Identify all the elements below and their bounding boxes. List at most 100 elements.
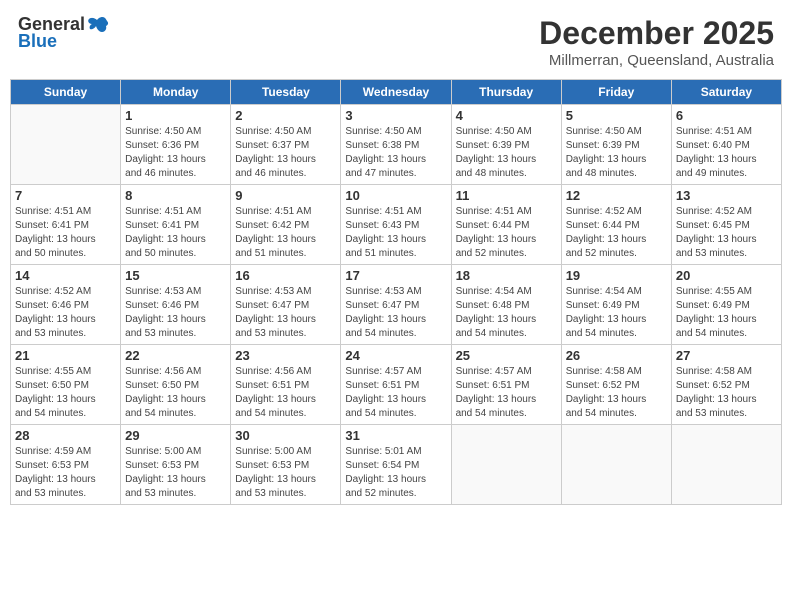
- day-number: 18: [456, 268, 557, 283]
- day-info: Sunrise: 4:53 AMSunset: 6:47 PMDaylight:…: [345, 285, 446, 341]
- logo-bird-icon: [87, 16, 109, 34]
- calendar-cell: 28 Sunrise: 4:59 AMSunset: 6:53 PMDayligh…: [11, 425, 121, 505]
- day-number: 12: [566, 188, 667, 203]
- calendar-cell: 9 Sunrise: 4:51 AMSunset: 6:42 PMDaylight…: [231, 185, 341, 265]
- calendar-cell: 1Sunrise: 4:50 AMSunset: 6:36 PMDaylight…: [121, 105, 231, 185]
- calendar-cell: [11, 105, 121, 185]
- calendar-cell: 24 Sunrise: 4:57 AMSunset: 6:51 PMDayligh…: [341, 345, 451, 425]
- day-number: 30: [235, 428, 336, 443]
- calendar-cell: [451, 425, 561, 505]
- day-info: Sunrise: 4:50 AMSunset: 6:39 PMDaylight:…: [566, 125, 667, 181]
- weekday-header-wednesday: Wednesday: [341, 80, 451, 105]
- calendar-cell: 14Sunrise: 4:52 AMSunset: 6:46 PMDayligh…: [11, 265, 121, 345]
- day-number: 3: [345, 108, 446, 123]
- calendar-cell: 18 Sunrise: 4:54 AMSunset: 6:48 PMDayligh…: [451, 265, 561, 345]
- calendar-header-row: SundayMondayTuesdayWednesdayThursdayFrid…: [11, 80, 782, 105]
- day-number: 1: [125, 108, 226, 123]
- day-info: Sunrise: 4:52 AMSunset: 6:46 PMDaylight:…: [15, 285, 116, 341]
- calendar-cell: 13 Sunrise: 4:52 AMSunset: 6:45 PMDayligh…: [671, 185, 781, 265]
- calendar-week-row: 7Sunrise: 4:51 AMSunset: 6:41 PMDaylight…: [11, 185, 782, 265]
- calendar-cell: 11Sunrise: 4:51 AMSunset: 6:44 PMDayligh…: [451, 185, 561, 265]
- calendar-cell: 30Sunrise: 5:00 AMSunset: 6:53 PMDayligh…: [231, 425, 341, 505]
- day-number: 15: [125, 268, 226, 283]
- calendar-cell: 21 Sunrise: 4:55 AMSunset: 6:50 PMDayligh…: [11, 345, 121, 425]
- day-number: 31: [345, 428, 446, 443]
- day-info: Sunrise: 4:51 AMSunset: 6:41 PMDaylight:…: [125, 205, 226, 261]
- day-number: 26: [566, 348, 667, 363]
- day-info: Sunrise: 4:50 AMSunset: 6:38 PMDaylight:…: [345, 125, 446, 181]
- day-number: 16: [235, 268, 336, 283]
- calendar-cell: 20 Sunrise: 4:55 AMSunset: 6:49 PMDayligh…: [671, 265, 781, 345]
- day-info: Sunrise: 4:58 AMSunset: 6:52 PMDaylight:…: [676, 365, 777, 421]
- day-info: Sunrise: 4:58 AMSunset: 6:52 PMDaylight:…: [566, 365, 667, 421]
- day-number: 10: [345, 188, 446, 203]
- logo: General Blue: [18, 14, 109, 52]
- day-number: 2: [235, 108, 336, 123]
- weekday-header-sunday: Sunday: [11, 80, 121, 105]
- calendar-cell: 7Sunrise: 4:51 AMSunset: 6:41 PMDaylight…: [11, 185, 121, 265]
- day-number: 13: [676, 188, 777, 203]
- day-number: 21: [15, 348, 116, 363]
- weekday-header-thursday: Thursday: [451, 80, 561, 105]
- day-info: Sunrise: 4:57 AMSunset: 6:51 PMDaylight:…: [456, 365, 557, 421]
- day-number: 4: [456, 108, 557, 123]
- calendar-cell: 12 Sunrise: 4:52 AMSunset: 6:44 PMDayligh…: [561, 185, 671, 265]
- calendar-cell: 22 Sunrise: 4:56 AMSunset: 6:50 PMDayligh…: [121, 345, 231, 425]
- day-info: Sunrise: 5:01 AMSunset: 6:54 PMDaylight:…: [345, 445, 446, 501]
- day-number: 6: [676, 108, 777, 123]
- weekday-header-saturday: Saturday: [671, 80, 781, 105]
- calendar-week-row: 1Sunrise: 4:50 AMSunset: 6:36 PMDaylight…: [11, 105, 782, 185]
- day-info: Sunrise: 4:56 AMSunset: 6:51 PMDaylight:…: [235, 365, 336, 421]
- calendar-cell: 25Sunrise: 4:57 AMSunset: 6:51 PMDayligh…: [451, 345, 561, 425]
- day-info: Sunrise: 4:55 AMSunset: 6:49 PMDaylight:…: [676, 285, 777, 341]
- day-number: 28: [15, 428, 116, 443]
- calendar-cell: 29Sunrise: 5:00 AMSunset: 6:53 PMDayligh…: [121, 425, 231, 505]
- day-info: Sunrise: 4:55 AMSunset: 6:50 PMDaylight:…: [15, 365, 116, 421]
- calendar-cell: 2 Sunrise: 4:50 AMSunset: 6:37 PMDaylight…: [231, 105, 341, 185]
- day-number: 17: [345, 268, 446, 283]
- calendar-cell: 27 Sunrise: 4:58 AMSunset: 6:52 PMDayligh…: [671, 345, 781, 425]
- day-number: 20: [676, 268, 777, 283]
- day-info: Sunrise: 4:54 AMSunset: 6:48 PMDaylight:…: [456, 285, 557, 341]
- day-info: Sunrise: 4:52 AMSunset: 6:45 PMDaylight:…: [676, 205, 777, 261]
- calendar-cell: 6 Sunrise: 4:51 AMSunset: 6:40 PMDaylight…: [671, 105, 781, 185]
- day-info: Sunrise: 4:57 AMSunset: 6:51 PMDaylight:…: [345, 365, 446, 421]
- day-number: 5: [566, 108, 667, 123]
- day-info: Sunrise: 4:52 AMSunset: 6:44 PMDaylight:…: [566, 205, 667, 261]
- day-info: Sunrise: 4:51 AMSunset: 6:43 PMDaylight:…: [345, 205, 446, 261]
- calendar-cell: 8 Sunrise: 4:51 AMSunset: 6:41 PMDaylight…: [121, 185, 231, 265]
- calendar-cell: 26 Sunrise: 4:58 AMSunset: 6:52 PMDayligh…: [561, 345, 671, 425]
- day-info: Sunrise: 4:51 AMSunset: 6:44 PMDaylight:…: [456, 205, 557, 261]
- day-number: 22: [125, 348, 226, 363]
- day-info: Sunrise: 4:59 AMSunset: 6:53 PMDaylight:…: [15, 445, 116, 501]
- calendar-cell: 17 Sunrise: 4:53 AMSunset: 6:47 PMDayligh…: [341, 265, 451, 345]
- day-number: 29: [125, 428, 226, 443]
- day-number: 27: [676, 348, 777, 363]
- day-info: Sunrise: 4:50 AMSunset: 6:37 PMDaylight:…: [235, 125, 336, 181]
- calendar-cell: 16 Sunrise: 4:53 AMSunset: 6:47 PMDayligh…: [231, 265, 341, 345]
- day-number: 9: [235, 188, 336, 203]
- page-header: General Blue December 2025 Millmerran, Q…: [10, 10, 782, 73]
- weekday-header-monday: Monday: [121, 80, 231, 105]
- day-info: Sunrise: 4:56 AMSunset: 6:50 PMDaylight:…: [125, 365, 226, 421]
- calendar-cell: 4Sunrise: 4:50 AMSunset: 6:39 PMDaylight…: [451, 105, 561, 185]
- calendar-cell: 31 Sunrise: 5:01 AMSunset: 6:54 PMDayligh…: [341, 425, 451, 505]
- day-info: Sunrise: 4:51 AMSunset: 6:41 PMDaylight:…: [15, 205, 116, 261]
- logo-blue: Blue: [18, 31, 57, 52]
- day-info: Sunrise: 4:53 AMSunset: 6:46 PMDaylight:…: [125, 285, 226, 341]
- calendar-cell: [561, 425, 671, 505]
- calendar-cell: 10 Sunrise: 4:51 AMSunset: 6:43 PMDayligh…: [341, 185, 451, 265]
- calendar-week-row: 21 Sunrise: 4:55 AMSunset: 6:50 PMDayligh…: [11, 345, 782, 425]
- day-number: 19: [566, 268, 667, 283]
- day-number: 23: [235, 348, 336, 363]
- calendar-week-row: 28 Sunrise: 4:59 AMSunset: 6:53 PMDayligh…: [11, 425, 782, 505]
- calendar-cell: [671, 425, 781, 505]
- day-info: Sunrise: 4:53 AMSunset: 6:47 PMDaylight:…: [235, 285, 336, 341]
- day-number: 8: [125, 188, 226, 203]
- day-info: Sunrise: 4:51 AMSunset: 6:42 PMDaylight:…: [235, 205, 336, 261]
- day-info: Sunrise: 4:51 AMSunset: 6:40 PMDaylight:…: [676, 125, 777, 181]
- day-info: Sunrise: 4:54 AMSunset: 6:49 PMDaylight:…: [566, 285, 667, 341]
- calendar-table: SundayMondayTuesdayWednesdayThursdayFrid…: [10, 79, 782, 505]
- calendar-cell: 19 Sunrise: 4:54 AMSunset: 6:49 PMDayligh…: [561, 265, 671, 345]
- day-number: 24: [345, 348, 446, 363]
